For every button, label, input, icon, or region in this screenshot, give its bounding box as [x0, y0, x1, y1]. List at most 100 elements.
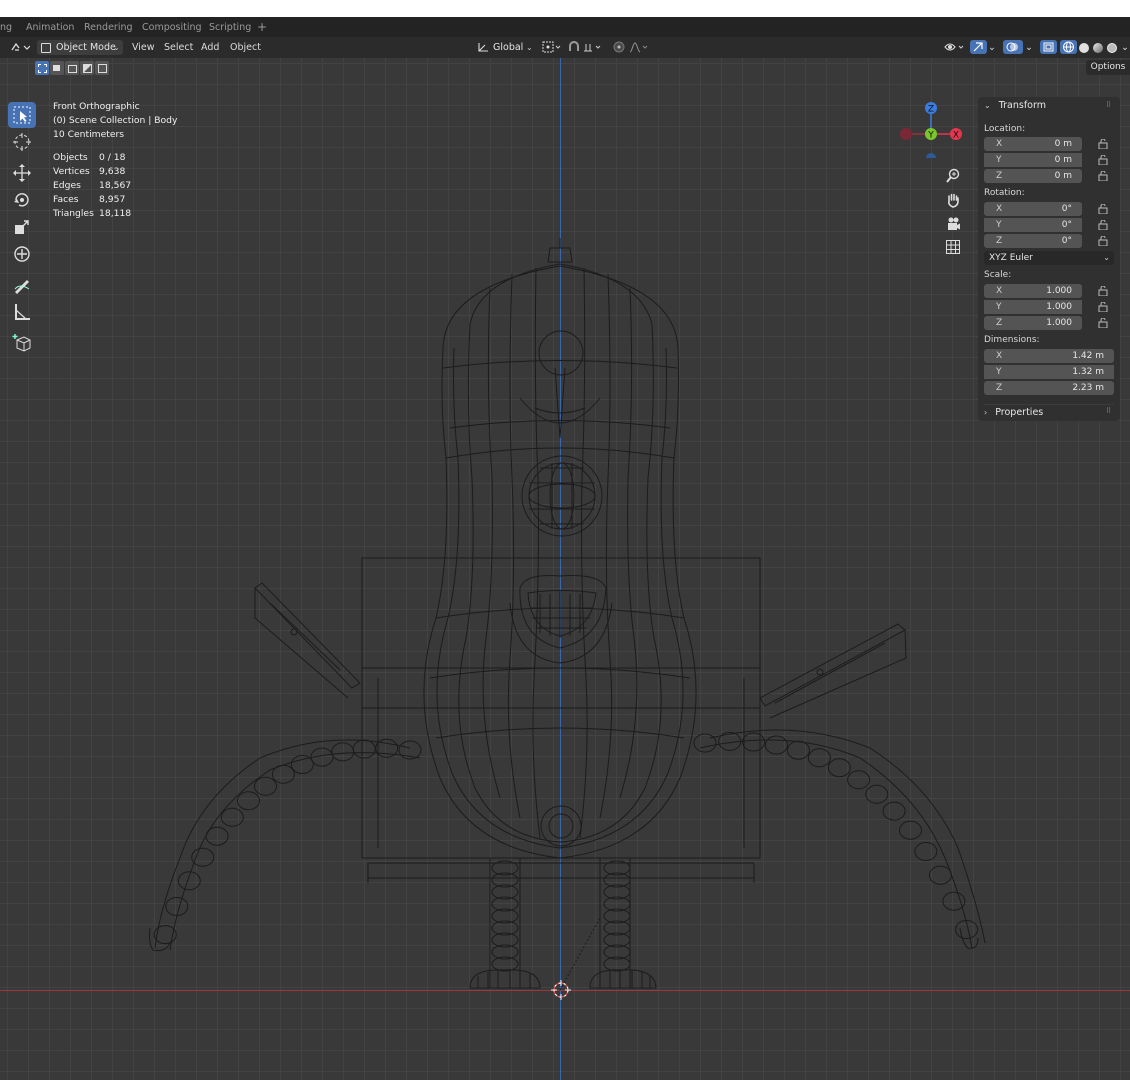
menu-select[interactable]: Select [164, 41, 193, 55]
menu-object[interactable]: Object [230, 41, 261, 55]
object-mode-icon [41, 43, 51, 53]
gizmo-x-label: X [953, 131, 959, 141]
location-x-field[interactable]: X0 m [984, 137, 1082, 151]
coil-segment [764, 735, 788, 755]
proportional-editing-icon[interactable] [612, 41, 648, 55]
tab-animation[interactable]: Animation [26, 20, 74, 36]
chevron-right-icon: › [984, 408, 988, 417]
coil-segment [165, 897, 189, 916]
chevron-down-icon: ⌄ [984, 101, 991, 110]
coil-segment [237, 791, 260, 811]
navigation-gizmo[interactable]: Z Y X [895, 83, 970, 158]
chevron-down-icon[interactable]: ⌄ [1025, 41, 1033, 55]
lock-icon[interactable] [1098, 302, 1108, 312]
tab-scripting[interactable]: Scripting [209, 20, 251, 36]
gizmo-y-label: Y [927, 131, 934, 141]
viewport-header: Object Mode ⌄ View Select Add Object Glo… [0, 37, 1130, 58]
gizmo-z-label: Z [928, 105, 934, 115]
coil-segment [928, 865, 952, 885]
scale-label: Scale: [984, 270, 1012, 280]
coil-segment [942, 891, 966, 911]
gizmo-toggle-icon[interactable] [970, 40, 987, 54]
scale-y-field[interactable]: Y 1.000 [984, 300, 1082, 314]
coil-segment [786, 740, 810, 760]
rotation-label: Rotation: [984, 188, 1025, 198]
wireframe-shading-icon[interactable] [1060, 40, 1077, 54]
mode-selector[interactable]: Object Mode ⌄ [37, 40, 123, 55]
coil-segment [865, 784, 889, 804]
coil-segment [254, 776, 277, 796]
rotation-mode-dropdown[interactable]: XYZ Euler ⌄ [984, 251, 1114, 265]
lock-icon[interactable] [1098, 220, 1108, 230]
rotation-x-field[interactable]: X 0° [984, 202, 1082, 216]
dimensions-x-field[interactable]: X 1.42 m [984, 349, 1114, 363]
coil-segment [191, 847, 215, 867]
transform-orientation-dropdown[interactable]: Global ⌄ [474, 40, 536, 55]
coil-segment [220, 807, 244, 827]
rotation-y-field[interactable]: Y 0° [984, 218, 1082, 232]
menu-view[interactable]: View [132, 41, 155, 55]
camera-view-icon[interactable] [942, 213, 964, 235]
properties-title: Properties [995, 407, 1044, 418]
lock-icon[interactable] [1098, 318, 1108, 328]
rotation-mode-label: XYZ Euler [989, 253, 1033, 263]
location-y-field[interactable]: Y0 m [984, 153, 1082, 167]
material-preview-icon[interactable] [1093, 43, 1103, 53]
location-z-field[interactable]: Z0 m [984, 169, 1082, 183]
perspective-grid-icon[interactable] [942, 236, 964, 258]
chevron-down-icon: ⌄ [113, 43, 120, 52]
chevron-down-icon: ⌄ [1103, 253, 1110, 262]
lock-icon[interactable] [1098, 155, 1108, 165]
overlays-toggle-icon[interactable] [1003, 40, 1023, 54]
chevron-down-icon: ⌄ [526, 43, 533, 52]
pan-hand-icon[interactable] [942, 189, 964, 211]
add-workspace-button[interactable]: + [257, 19, 267, 35]
transform-title: Transform [998, 100, 1046, 111]
coil-segment [742, 732, 765, 752]
sidebar-transform-panel: ⌄ Transform ⠿ Location: X0 m Y0 m Z0 m R… [978, 97, 1120, 421]
workspace-tabbar: ng Animation Rendering Compositing Scrip… [0, 17, 1130, 37]
coil-segment [807, 748, 831, 768]
coil-segment [899, 820, 922, 840]
visibility-icon[interactable] [944, 41, 966, 55]
coil-segment [352, 739, 376, 759]
dimensions-y-field[interactable]: Y 1.32 m [984, 365, 1114, 379]
drag-handle-icon[interactable]: ⠿ [1106, 101, 1111, 109]
snap-icon[interactable] [568, 41, 604, 55]
lock-icon[interactable] [1098, 236, 1108, 246]
xray-toggle-icon[interactable] [1040, 40, 1057, 54]
rendered-shading-icon[interactable] [1107, 43, 1117, 53]
3d-viewport[interactable]: Front Orthographic (0) Scene Collection … [0, 58, 1130, 1080]
chevron-down-icon[interactable]: ⌄ [988, 41, 996, 55]
coil-segment [827, 758, 851, 778]
editor-type-icon[interactable] [10, 41, 31, 55]
dimensions-label: Dimensions: [984, 335, 1040, 345]
menu-add[interactable]: Add [201, 41, 219, 55]
dimensions-z-field[interactable]: Z 2.23 m [984, 381, 1114, 395]
zoom-icon[interactable] [942, 165, 964, 187]
chevron-down-icon[interactable]: ⌄ [1121, 41, 1129, 55]
solid-shading-icon[interactable] [1079, 43, 1089, 53]
coil-segment [693, 733, 717, 753]
tab-modeling[interactable]: ng [0, 20, 12, 36]
lock-icon[interactable] [1098, 139, 1108, 149]
coil-segment [914, 842, 938, 861]
scale-z-field[interactable]: Z 1.000 [984, 316, 1082, 330]
lock-icon[interactable] [1098, 286, 1108, 296]
mode-label: Object Mode [56, 42, 116, 53]
properties-section-header[interactable]: › Properties [984, 404, 1114, 421]
lock-icon[interactable] [1098, 171, 1108, 181]
options-button[interactable]: Options [1086, 60, 1130, 75]
pivot-point-icon[interactable] [542, 41, 562, 55]
coil-segment [882, 801, 906, 821]
lock-icon[interactable] [1098, 204, 1108, 214]
drag-handle-icon[interactable]: ⠿ [1106, 407, 1111, 415]
transform-section-header[interactable]: ⌄ Transform [984, 98, 1046, 114]
scale-x-field[interactable]: X 1.000 [984, 284, 1082, 298]
orientation-icon [478, 43, 488, 52]
tab-compositing[interactable]: Compositing [142, 20, 202, 36]
orientation-label: Global [493, 42, 524, 53]
rotation-z-field[interactable]: Z 0° [984, 234, 1082, 248]
tab-rendering[interactable]: Rendering [84, 20, 133, 36]
wireframe-model[interactable] [0, 58, 1130, 1080]
